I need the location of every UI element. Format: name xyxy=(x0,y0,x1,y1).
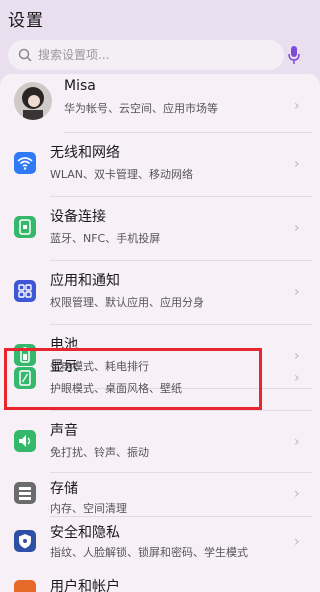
settings-item-title: 设备连接 xyxy=(50,209,106,225)
profile-name: Misa xyxy=(64,78,96,94)
settings-item-wireless[interactable]: 无线和网络 WLAN、双卡管理、移动网络 › xyxy=(0,132,320,196)
search-icon xyxy=(18,48,32,62)
chevron-right-icon: › xyxy=(294,220,300,236)
chevron-right-icon: › xyxy=(294,486,300,502)
settings-item-title: 声音 xyxy=(50,423,78,439)
settings-item-title: 存储 xyxy=(50,481,78,497)
sound-icon xyxy=(14,430,36,452)
shield-icon xyxy=(14,530,36,552)
chevron-right-icon: › xyxy=(294,156,300,172)
settings-item-users[interactable]: 用户和帐户 xyxy=(0,574,320,592)
settings-item-title: 无线和网络 xyxy=(50,145,120,161)
profile-subtitle: 华为帐号、云空间、应用市场等 xyxy=(64,102,218,115)
settings-item-title: 应用和通知 xyxy=(50,273,120,289)
chevron-right-icon: › xyxy=(294,284,300,300)
search-placeholder: 搜索设置项... xyxy=(38,48,110,62)
highlight-box xyxy=(4,348,262,410)
settings-item-title: 用户和帐户 xyxy=(50,579,120,592)
settings-item-security[interactable]: 安全和隐私 指纹、人脸解锁、锁屏和密码、学生模式 › xyxy=(0,514,320,578)
avatar xyxy=(14,82,52,120)
chevron-right-icon: › xyxy=(294,434,300,450)
settings-item-subtitle: 蓝牙、NFC、手机投屏 xyxy=(50,232,161,245)
users-icon xyxy=(14,580,36,592)
chevron-right-icon: › xyxy=(294,370,300,386)
microphone-icon[interactable] xyxy=(288,45,300,65)
storage-icon xyxy=(14,482,36,504)
device-connection-icon xyxy=(14,216,36,238)
settings-item-device-connection[interactable]: 设备连接 蓝牙、NFC、手机投屏 › xyxy=(0,196,320,260)
apps-icon xyxy=(14,280,36,302)
search-bar[interactable]: 搜索设置项... xyxy=(8,40,284,70)
profile-item[interactable]: Misa 华为帐号、云空间、应用市场等 › xyxy=(0,74,320,138)
page-title: 设置 xyxy=(8,11,44,31)
settings-item-subtitle: WLAN、双卡管理、移动网络 xyxy=(50,168,194,181)
chevron-right-icon: › xyxy=(294,98,300,114)
settings-item-subtitle: 权限管理、默认应用、应用分身 xyxy=(50,296,204,309)
settings-item-title: 安全和隐私 xyxy=(50,525,120,541)
settings-item-storage[interactable]: 存储 内存、空间清理 › xyxy=(0,458,320,522)
settings-item-apps[interactable]: 应用和通知 权限管理、默认应用、应用分身 › xyxy=(0,260,320,324)
chevron-right-icon: › xyxy=(294,534,300,550)
wifi-icon xyxy=(14,152,36,174)
settings-item-subtitle: 指纹、人脸解锁、锁屏和密码、学生模式 xyxy=(50,546,248,559)
